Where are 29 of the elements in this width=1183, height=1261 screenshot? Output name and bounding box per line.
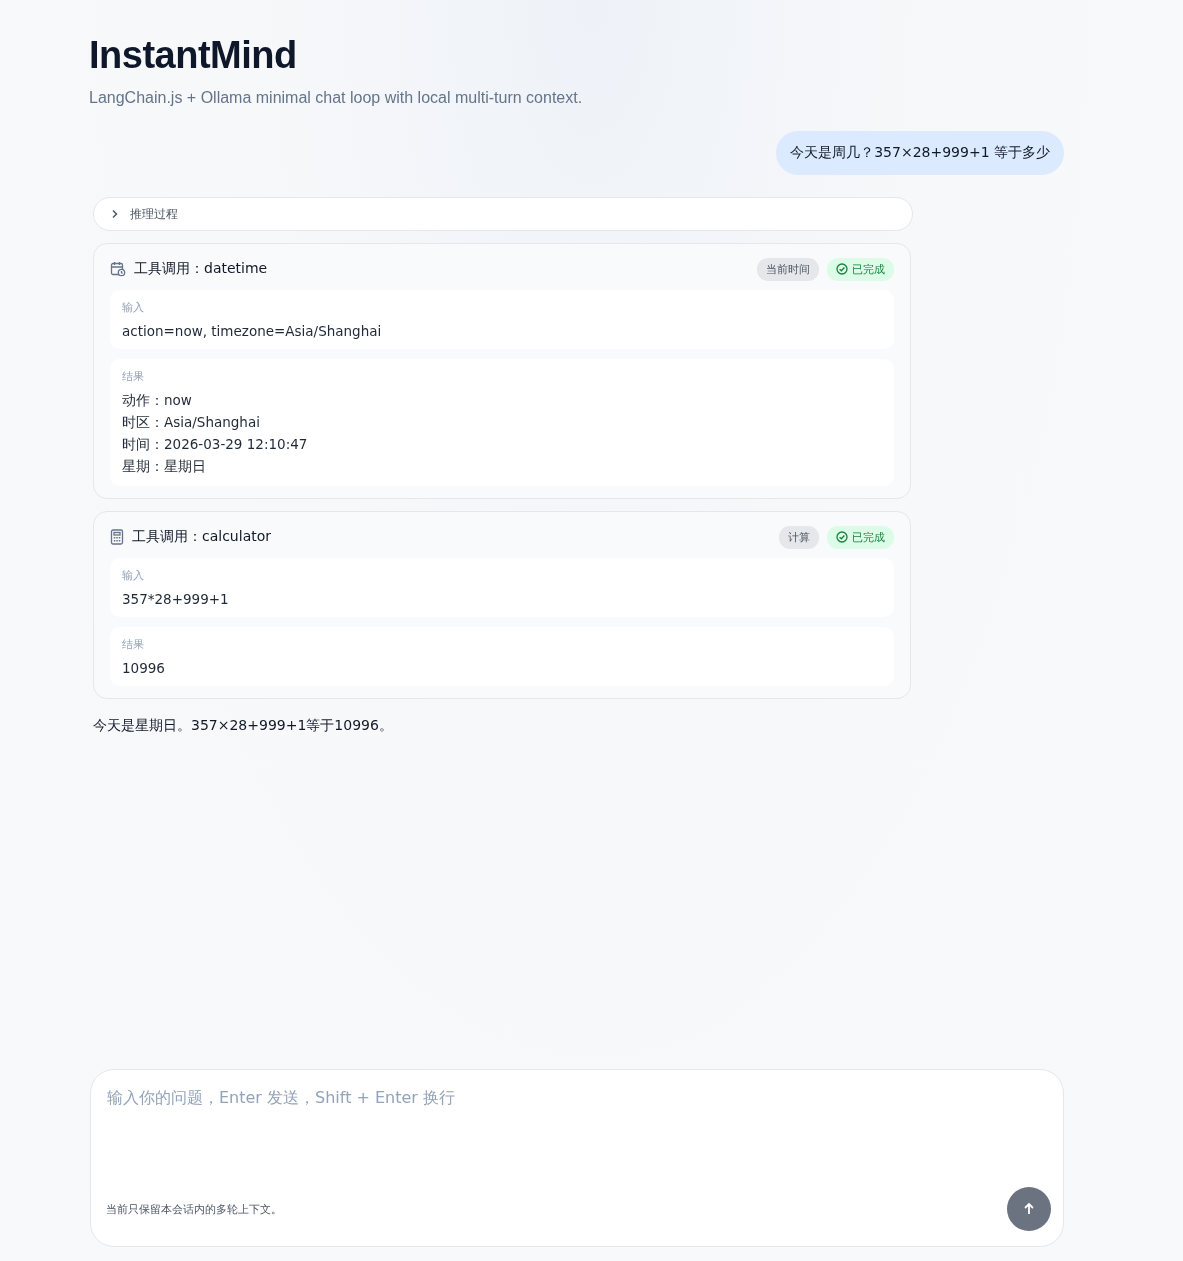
section-label: 结果 [122, 369, 145, 384]
check-circle-icon [836, 531, 848, 543]
section-line: action=now, timezone=Asia/Shanghai [122, 323, 383, 339]
tool-tag: 当前时间 [757, 257, 819, 281]
section-line: 时间：2026-03-29 12:10:47 [122, 436, 309, 454]
status-badge: 已完成 [827, 257, 894, 281]
calendar-clock-icon [110, 261, 126, 277]
arrow-up-icon [1022, 1202, 1036, 1216]
tool-call-title: 工具调用：datetime [134, 260, 269, 278]
section-line: 动作：now [122, 392, 193, 410]
reasoning-toggle[interactable]: 推理过程 [93, 197, 913, 231]
section-label: 结果 [122, 637, 145, 652]
section-line: 357*28+999+1 [122, 591, 230, 607]
section-label: 输入 [122, 568, 145, 583]
status-badge: 已完成 [827, 525, 894, 549]
tool-tag: 计算 [779, 525, 819, 549]
calculator-icon [110, 529, 124, 545]
assistant-message: 今天是星期日。357×28+999+1等于10996。 [93, 717, 394, 735]
section-line: 时区：Asia/Shanghai [122, 414, 261, 432]
user-message-bubble: 今天是周几？357×28+999+1 等于多少 [776, 131, 1064, 175]
app-subtitle: LangChain.js + Ollama minimal chat loop with local multi-turn context. [89, 89, 584, 107]
check-circle-icon [836, 263, 848, 275]
tool-call-title: 工具调用：calculator [132, 528, 272, 546]
section-line: 10996 [122, 660, 166, 676]
context-note: 当前只保留本会话内的多轮上下文。 [106, 1201, 282, 1217]
app-title: InstantMind [89, 34, 298, 77]
chevron-icon [110, 209, 120, 219]
section-line: 星期：星期日 [122, 458, 207, 476]
section-label: 输入 [122, 300, 145, 315]
